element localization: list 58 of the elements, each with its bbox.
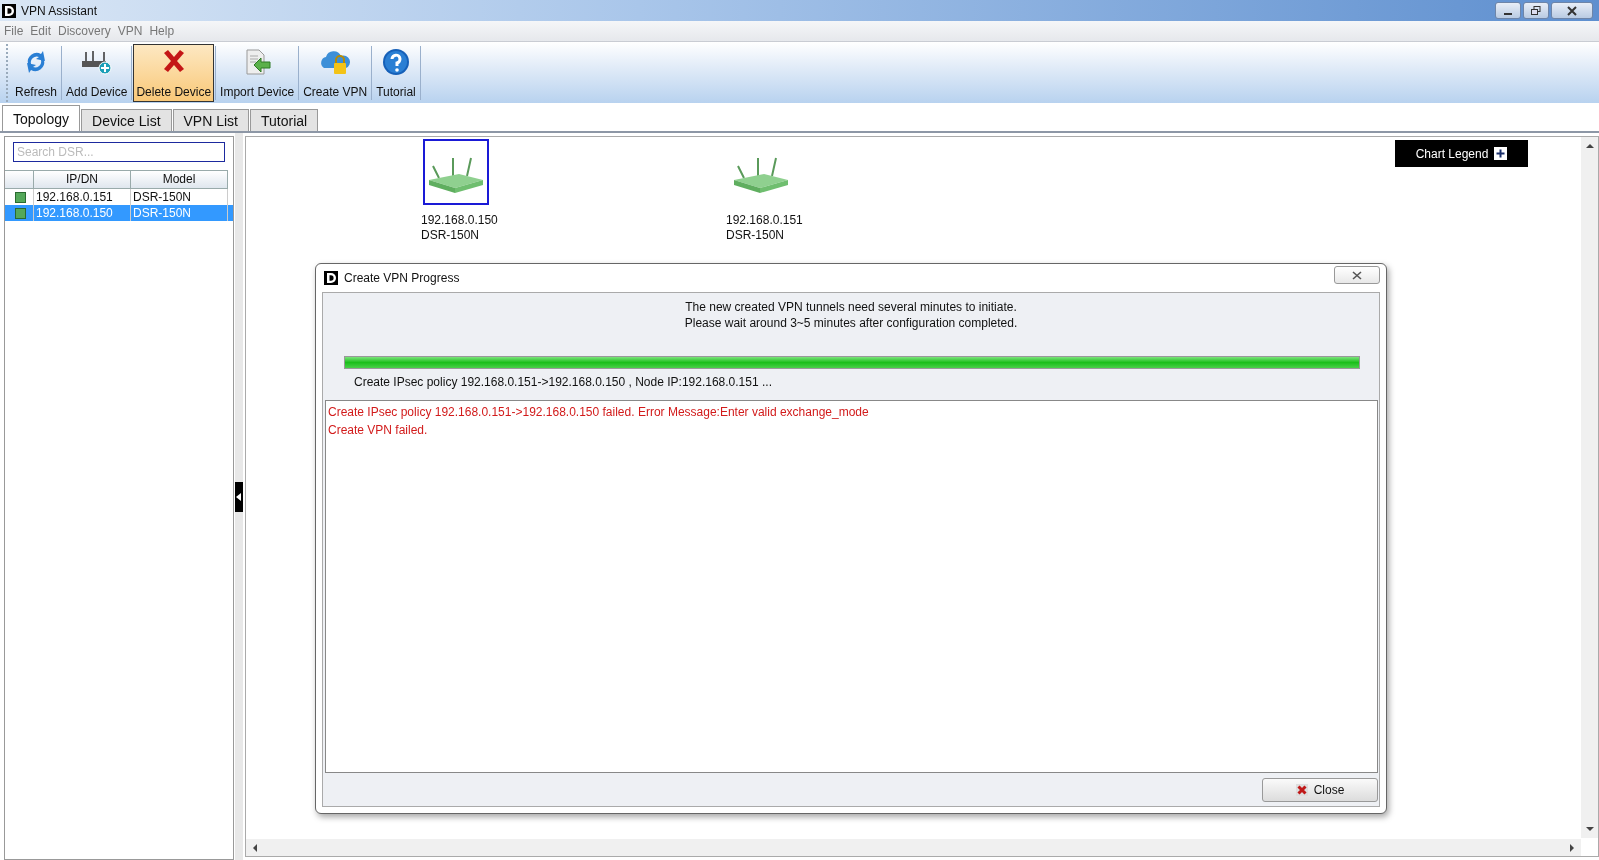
status-square-icon bbox=[14, 207, 26, 219]
dialog-title: Create VPN Progress bbox=[344, 271, 460, 285]
menu-item[interactable]: File bbox=[4, 24, 24, 38]
column-header[interactable]: IP/DN bbox=[34, 170, 131, 189]
restore-icon bbox=[1531, 5, 1541, 16]
minimize-button[interactable] bbox=[1495, 2, 1521, 19]
close-icon bbox=[1567, 5, 1577, 16]
tab[interactable]: Topology bbox=[2, 105, 81, 131]
tab[interactable]: Tutorial bbox=[250, 109, 319, 131]
device-model: DSR-150N bbox=[726, 228, 786, 243]
error-message: Create VPN failed. bbox=[328, 422, 429, 439]
device-ip: 192.168.0.150 bbox=[421, 213, 498, 228]
close-icon bbox=[1352, 270, 1362, 280]
toolbar-button[interactable]: Delete Device bbox=[133, 44, 215, 102]
window-title: VPN Assistant bbox=[21, 3, 98, 18]
table-cell: DSR-150N bbox=[131, 205, 228, 221]
scroll-left-icon[interactable] bbox=[252, 843, 258, 852]
minimize-icon bbox=[1504, 12, 1512, 15]
dialog-message: Please wait around 3~5 minutes after configuration completed. bbox=[684, 315, 1018, 331]
close-button[interactable] bbox=[1334, 266, 1380, 284]
dialog-logo-icon bbox=[324, 271, 338, 285]
collapse-handle[interactable] bbox=[235, 481, 243, 512]
app-logo-icon bbox=[2, 3, 16, 18]
router-icon[interactable] bbox=[423, 139, 489, 205]
chart-legend-button[interactable]: Chart Legend bbox=[1395, 140, 1528, 167]
toolbar-button[interactable]: Refresh bbox=[12, 44, 61, 102]
menu-item[interactable]: VPN bbox=[117, 24, 143, 38]
menu-item[interactable]: Help bbox=[149, 24, 175, 38]
menu-item[interactable]: Edit bbox=[30, 24, 52, 38]
scroll-up-icon[interactable] bbox=[1585, 143, 1594, 149]
close-icon bbox=[1295, 783, 1308, 796]
device-model: DSR-150N bbox=[421, 228, 481, 243]
cloud-lock-icon bbox=[318, 48, 353, 76]
plus-icon bbox=[1494, 147, 1508, 160]
dialog-message: The new created VPN tunnels need several minutes to initiate. bbox=[685, 299, 1017, 315]
router-add-icon bbox=[79, 48, 114, 76]
toolbar-button[interactable]: Tutorial bbox=[373, 44, 419, 102]
table-cell: 192.168.0.150 bbox=[34, 205, 131, 221]
device-ip: 192.168.0.151 bbox=[726, 213, 803, 228]
tab[interactable]: Device List bbox=[81, 109, 172, 131]
scroll-down-icon[interactable] bbox=[1585, 826, 1594, 832]
close-button[interactable] bbox=[1551, 2, 1593, 19]
tab[interactable]: VPN List bbox=[172, 109, 249, 131]
toolbar-button[interactable]: Add Device bbox=[63, 44, 131, 102]
menu-item[interactable]: Discovery bbox=[58, 24, 111, 38]
horizontal-scrollbar[interactable] bbox=[246, 839, 1581, 856]
toolbar-button[interactable]: Import Device bbox=[217, 44, 298, 102]
column-header[interactable]: Model bbox=[131, 170, 228, 189]
progress-status: Create IPsec policy 192.168.0.151->192.168.0.150 , Node IP:192.168.0.151 ... bbox=[354, 374, 773, 390]
error-message: Create IPsec policy 192.168.0.151->192.168.0.150 failed. Error Message:Enter valid exchange_mode bbox=[328, 404, 870, 421]
scroll-right-icon[interactable] bbox=[1569, 843, 1575, 852]
toolbar-button[interactable]: Create VPN bbox=[300, 44, 371, 102]
status-square-icon bbox=[14, 191, 26, 203]
restore-button[interactable] bbox=[1523, 2, 1549, 19]
help-icon bbox=[381, 48, 410, 76]
search-field[interactable]: Search DSR... bbox=[13, 142, 225, 162]
vertical-scrollbar[interactable] bbox=[1581, 137, 1598, 838]
close-button[interactable]: Close bbox=[1262, 777, 1378, 802]
